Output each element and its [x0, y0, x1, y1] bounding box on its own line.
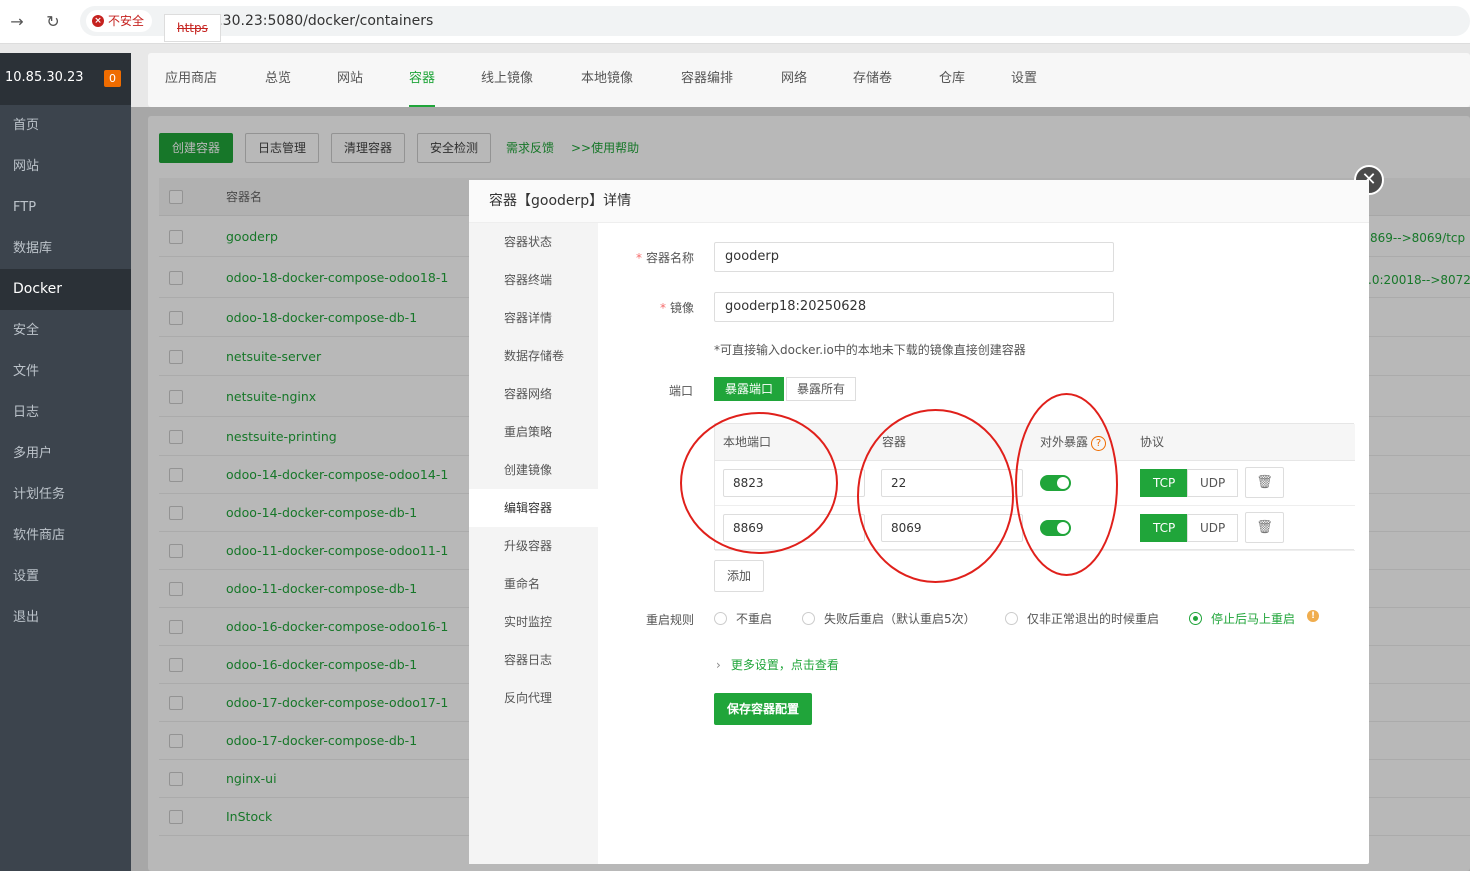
insecure-label: 不安全	[108, 14, 145, 28]
trash-icon: 🗑	[1256, 520, 1273, 535]
image-input[interactable]: gooderp18:20250628	[714, 292, 1114, 322]
restart-radio[interactable]	[1189, 612, 1202, 625]
dialog-nav-item[interactable]: 数据存储卷	[469, 337, 598, 375]
udp-option[interactable]: UDP	[1187, 514, 1239, 542]
tab-item[interactable]: 容器编排	[681, 53, 733, 107]
tab-item[interactable]: 容器	[409, 53, 436, 107]
dialog-nav: 容器状态 容器终端 容器详情 数据存储卷 容器网络 重启策略 创建镜像 编辑容器 升级容器 重命名…	[469, 223, 598, 864]
image-hint: *可直接输入docker.io中的本地未下载的镜像直接创建容器	[714, 343, 1026, 357]
notification-badge[interactable]: 0	[104, 70, 121, 87]
dialog-nav-item[interactable]: 容器终端	[469, 261, 598, 299]
tab-item[interactable]: 仓库	[939, 53, 965, 107]
udp-option[interactable]: UDP	[1187, 469, 1239, 497]
tcp-option[interactable]: TCP	[1140, 514, 1189, 542]
sidebar-item[interactable]: FTP	[0, 187, 131, 228]
container-name-input[interactable]: gooderp	[714, 242, 1114, 272]
tab-item[interactable]: 应用商店	[165, 53, 217, 107]
delete-port-button[interactable]: 🗑	[1245, 512, 1284, 543]
restart-option-label[interactable]: 失败后重启（默认重启5次）	[824, 610, 976, 627]
dialog-title: 容器【gooderp】详情	[489, 193, 632, 209]
dialog-nav-item[interactable]: 创建镜像	[469, 451, 598, 489]
container-name-label: * 容器名称	[636, 251, 695, 265]
tab-item[interactable]: 网站	[337, 53, 363, 107]
url-protocol: https	[164, 14, 221, 42]
tab-item[interactable]: 存储卷	[853, 53, 892, 107]
save-config-button[interactable]: 保存容器配置	[714, 693, 813, 725]
sidebar-item[interactable]: Docker	[0, 269, 131, 310]
sidebar-item[interactable]: 计划任务	[0, 474, 131, 515]
image-label: * 镜像	[660, 301, 695, 315]
trash-icon: 🗑	[1256, 475, 1273, 490]
info-icon[interactable]: !	[1307, 610, 1319, 622]
restart-radio[interactable]	[1005, 612, 1018, 625]
sidebar-item[interactable]: 多用户	[0, 433, 131, 474]
sidebar-item[interactable]: 安全	[0, 310, 131, 351]
address-bar[interactable]: × 不安全 https://10.85.30.23:5080/docker/co…	[80, 6, 1470, 42]
security-indicator[interactable]: × 不安全	[86, 10, 153, 32]
port-label: 端口	[669, 384, 694, 398]
reload-icon[interactable]: ↻	[41, 10, 65, 34]
sidebar-item[interactable]: 首页	[0, 105, 131, 146]
tab-item[interactable]: 总览	[265, 53, 291, 107]
annotation-circle	[680, 412, 838, 554]
annotation-circle	[857, 409, 1014, 583]
url-text[interactable]: https://10.85.30.23:5080/docker/containe…	[164, 6, 433, 42]
sidebar-item[interactable]: 数据库	[0, 228, 131, 269]
restart-option-label[interactable]: 仅非正常退出的时候重启	[1027, 610, 1159, 627]
chevron-right-icon: ›	[716, 658, 721, 672]
restart-policy-label: 重启规则	[646, 613, 695, 627]
tab-item[interactable]: 线上镜像	[481, 53, 533, 107]
browser-toolbar: → ↻ × 不安全 https://10.85.30.23:5080/docke…	[0, 0, 1470, 44]
server-ip: 10.85.30.23	[5, 70, 84, 85]
restart-option-label[interactable]: 停止后马上重启	[1211, 610, 1295, 627]
sidebar-item[interactable]: 软件商店	[0, 515, 131, 556]
restart-radio[interactable]	[802, 612, 815, 625]
sidebar-item[interactable]: 日志	[0, 392, 131, 433]
restart-option-label[interactable]: 不重启	[736, 610, 772, 627]
dialog-header: 容器【gooderp】详情	[469, 180, 1369, 223]
tab-item[interactable]: 本地镜像	[581, 53, 633, 107]
sidebar-host: 10.85.30.23 0	[0, 53, 131, 105]
dialog-nav-item[interactable]: 容器日志	[469, 641, 598, 679]
annotation-circle	[1015, 393, 1118, 576]
warning-icon: ×	[92, 15, 104, 27]
delete-port-button[interactable]: 🗑	[1245, 467, 1284, 498]
column-protocol: 协议	[1140, 435, 1165, 449]
sidebar-item[interactable]: 退出	[0, 597, 131, 638]
docker-tabs: 应用商店 总览 网站 容器 线上镜像 本地镜像 容器编排 网络 存储卷 仓库 设置	[148, 53, 1470, 107]
dialog-nav-item[interactable]: 重启策略	[469, 413, 598, 451]
forward-arrow-icon[interactable]: →	[5, 10, 29, 34]
sidebar-item[interactable]: 文件	[0, 351, 131, 392]
expose-port-option[interactable]: 暴露端口	[714, 377, 785, 401]
more-settings-link[interactable]: › 更多设置，点击查看	[716, 656, 839, 673]
dialog-nav-item[interactable]: 升级容器	[469, 527, 598, 565]
dialog-nav-item[interactable]: 重命名	[469, 565, 598, 603]
sidebar-item[interactable]: 设置	[0, 556, 131, 597]
add-port-button[interactable]: 添加	[714, 560, 765, 592]
expose-all-option[interactable]: 暴露所有	[786, 377, 857, 401]
sidebar-item[interactable]: 网站	[0, 146, 131, 187]
dialog-nav-item[interactable]: 容器状态	[469, 223, 598, 261]
sidebar: 10.85.30.23 0 首页 网站 FTP 数据库 Docker 安全 文件 日志 多用户计…	[0, 53, 131, 871]
dialog-nav-item[interactable]: 反向代理	[469, 679, 598, 717]
dialog-nav-item[interactable]: 容器详情	[469, 299, 598, 337]
tab-item[interactable]: 设置	[1011, 53, 1037, 107]
dialog-nav-item[interactable]: 编辑容器	[469, 489, 598, 527]
dialog-nav-item[interactable]: 容器网络	[469, 375, 598, 413]
dialog-nav-item[interactable]: 实时监控	[469, 603, 598, 641]
restart-radio[interactable]	[714, 612, 727, 625]
tab-item[interactable]: 网络	[781, 53, 807, 107]
screen: → ↻ × 不安全 https://10.85.30.23:5080/docke…	[0, 0, 1470, 871]
tcp-option[interactable]: TCP	[1140, 469, 1189, 497]
